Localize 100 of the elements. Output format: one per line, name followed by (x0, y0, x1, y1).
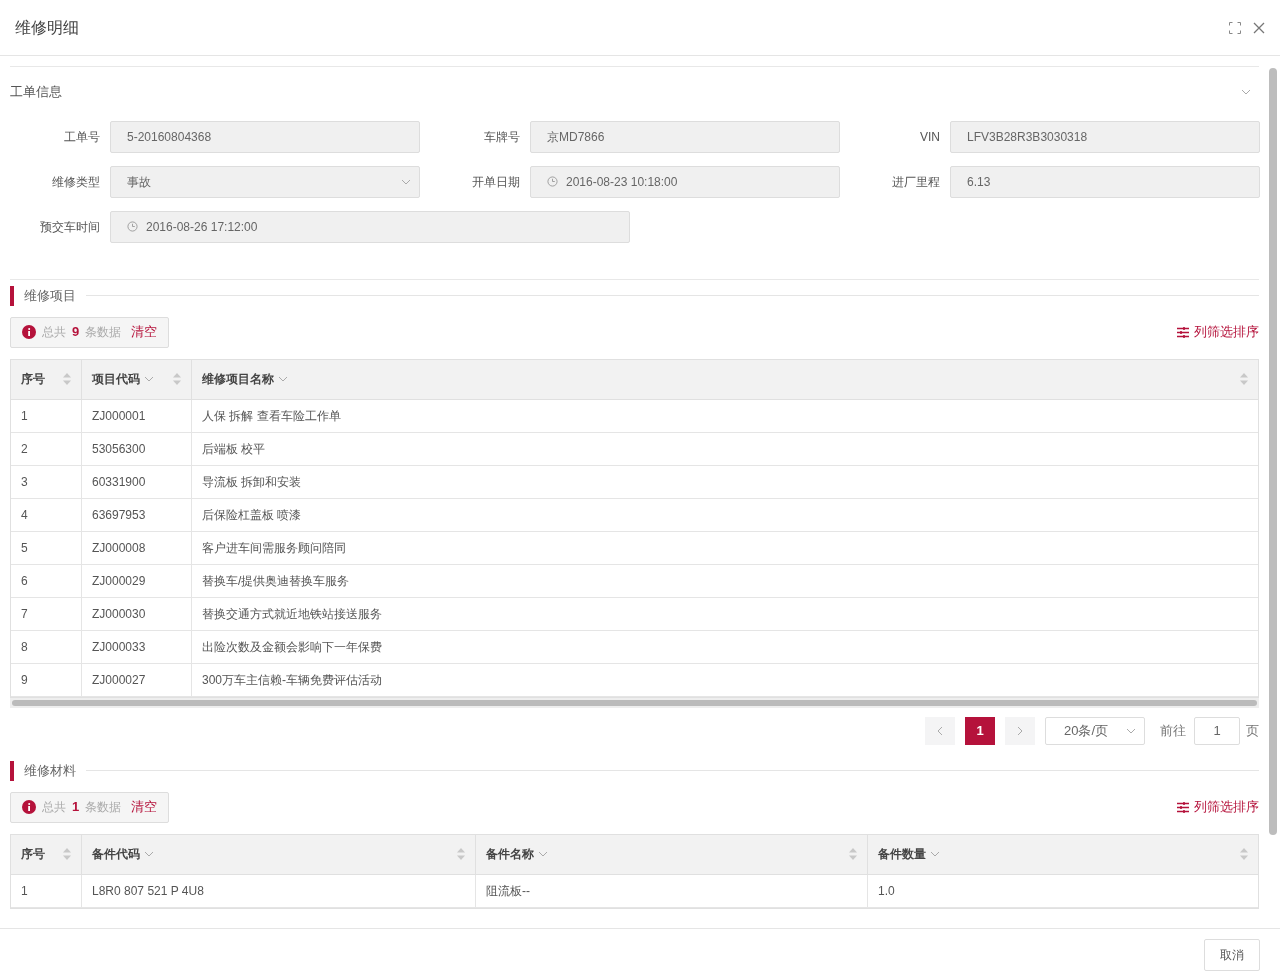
sort-icon[interactable] (457, 848, 465, 860)
summary-count: 1 (72, 798, 80, 817)
column-title: 备件代码 (92, 846, 140, 863)
column-title: 备件数量 (878, 846, 926, 863)
table-cell: ZJ000033 (81, 630, 191, 663)
table-cell: 53056300 (81, 432, 191, 465)
sort-icon[interactable] (63, 373, 71, 385)
sort-icon[interactable] (173, 373, 181, 385)
table-cell: ZJ000008 (81, 531, 191, 564)
goto-label: 前往 (1160, 722, 1186, 741)
clear-link[interactable]: 清空 (131, 322, 158, 342)
select-field[interactable]: 事故 (110, 165, 420, 198)
column-header[interactable]: 备件代码 (81, 834, 475, 874)
field-value: 事故 (127, 173, 152, 191)
column-header[interactable]: 项目代码 (81, 359, 191, 399)
info-icon (22, 800, 36, 814)
column-settings-link[interactable]: 列筛选排序 (1177, 322, 1259, 342)
table-cell-text: 2 (20, 440, 29, 458)
field-value: LFV3B28R3B3030318 (967, 128, 1088, 146)
clock-icon (127, 221, 138, 232)
sliders-icon (1177, 801, 1189, 813)
prev-page-button[interactable] (925, 717, 955, 745)
column-header[interactable]: 备件数量 (867, 834, 1258, 874)
clock-icon (547, 176, 558, 187)
cancel-button[interactable]: 取消 (1204, 938, 1260, 971)
filter-caret-icon (538, 851, 548, 857)
chevron-left-icon (937, 726, 943, 736)
sort-icon[interactable] (1240, 373, 1248, 385)
close-icon[interactable] (1253, 21, 1265, 34)
table-cell: 阻流板-- (475, 874, 867, 907)
summary-text: 条数据 (85, 799, 122, 816)
column-settings-link[interactable]: 列筛选排序 (1177, 797, 1259, 817)
filter-caret-icon (144, 376, 154, 382)
info-icon (22, 325, 36, 339)
column-header[interactable]: 序号 (11, 834, 81, 874)
column-title: 备件名称 (486, 846, 534, 863)
clear-link[interactable]: 清空 (131, 797, 158, 817)
field-value: 京MD7866 (547, 128, 605, 146)
collapse-chevron-icon[interactable] (1241, 88, 1251, 95)
table-cell: 1.0 (867, 874, 1258, 907)
field-label: 预交车时间 (39, 218, 101, 236)
table-cell: 300万车主信赖-车辆免费评估活动 (191, 663, 1258, 696)
field-label: 工单号 (63, 128, 101, 146)
input-field[interactable]: 京MD7866 (530, 120, 840, 153)
column-title: 序号 (21, 371, 45, 388)
table-cell: 后端板 校平 (191, 432, 1258, 465)
filter-caret-icon (278, 376, 288, 382)
input-field[interactable]: 2016-08-23 10:18:00 (530, 165, 840, 198)
input-field[interactable]: LFV3B28R3B3030318 (950, 120, 1260, 153)
section-title: 维修材料 (23, 761, 77, 780)
field-label: 车牌号 (483, 128, 521, 146)
filter-caret-icon (930, 851, 940, 857)
table-cell: ZJ000029 (81, 564, 191, 597)
chevron-down-icon (1126, 728, 1136, 734)
table-cell: ZJ000027 (81, 663, 191, 696)
table-cell-text: 9 (20, 671, 29, 689)
table-cell: 替换车/提供奥迪替换车服务 (191, 564, 1258, 597)
input-field[interactable]: 5-20160804368 (110, 120, 420, 153)
field-value: 5-20160804368 (127, 128, 212, 146)
maximize-icon[interactable] (1229, 21, 1241, 34)
sort-icon[interactable] (63, 848, 71, 860)
section-marker (10, 760, 14, 781)
column-title: 序号 (21, 846, 45, 863)
page-button[interactable]: 1 (965, 717, 995, 745)
field-value: 2016-08-23 10:18:00 (566, 173, 678, 191)
sort-icon[interactable] (849, 848, 857, 860)
chevron-down-icon (401, 178, 411, 185)
column-title: 维修项目名称 (202, 371, 274, 388)
table-cell: 导流板 拆卸和安装 (191, 465, 1258, 498)
table-cell-text: 7 (20, 605, 29, 623)
table-cell-text: 1 (20, 882, 29, 900)
next-page-button[interactable] (1005, 717, 1035, 745)
table-cell-text: 6 (20, 572, 29, 590)
column-header[interactable]: 序号 (11, 359, 81, 399)
summary-text: 总共 (42, 799, 66, 816)
column-header[interactable]: 备件名称 (475, 834, 867, 874)
table-cell: 后保险杠盖板 喷漆 (191, 498, 1258, 531)
table-cell-text: 8 (20, 638, 29, 656)
page-size-select[interactable]: 20条/页 (1045, 717, 1145, 745)
field-value: 2016-08-26 17:12:00 (146, 218, 258, 236)
table-cell-text: 4 (20, 506, 29, 524)
summary-count: 9 (72, 323, 80, 342)
table-cell-text: 1 (20, 407, 29, 425)
summary-text: 总共 (42, 324, 66, 341)
section-title: 维修项目 (23, 286, 77, 305)
field-label: 开单日期 (471, 173, 521, 191)
table-cell: L8R0 807 521 P 4U8 (81, 874, 475, 907)
input-field[interactable]: 2016-08-26 17:12:00 (110, 210, 630, 243)
sliders-icon (1177, 326, 1189, 338)
table-cell: 63697953 (81, 498, 191, 531)
sort-icon[interactable] (1240, 848, 1248, 860)
input-field[interactable]: 6.13 (950, 165, 1260, 198)
field-label: VIN (919, 128, 941, 146)
table-cell: ZJ000001 (81, 399, 191, 432)
section-marker (10, 285, 14, 306)
goto-page-field[interactable]: 1 (1194, 717, 1240, 745)
field-label: 维修类型 (51, 173, 101, 191)
table-cell: 出险次数及金额会影响下一年保费 (191, 630, 1258, 663)
column-header[interactable]: 维修项目名称 (191, 359, 1258, 399)
chevron-right-icon (1017, 726, 1023, 736)
